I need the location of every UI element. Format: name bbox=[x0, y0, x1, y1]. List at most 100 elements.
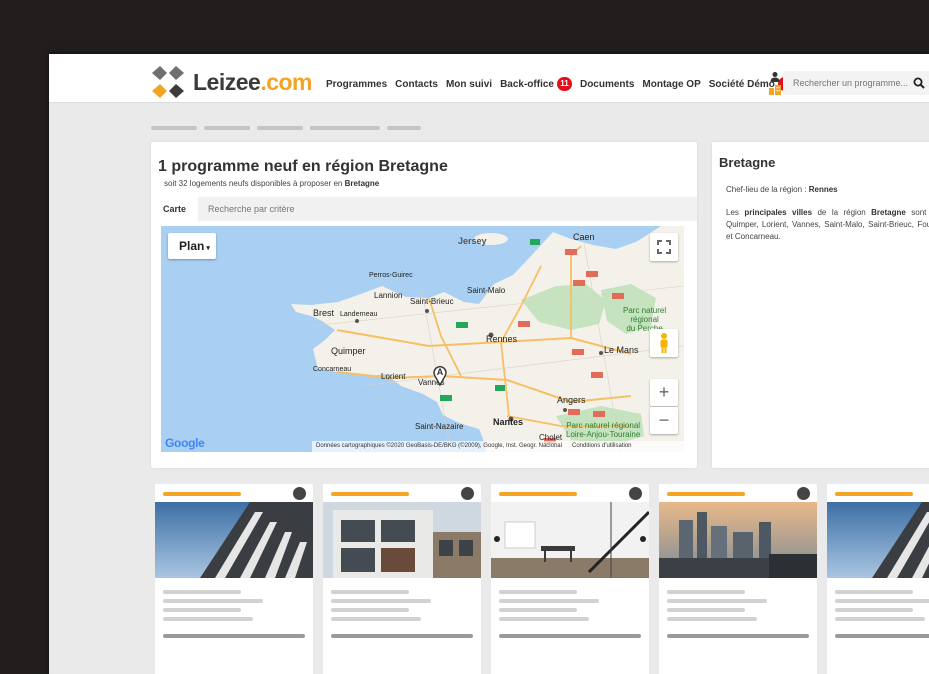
programme-card[interactable] bbox=[659, 484, 817, 674]
zoom-in-button[interactable]: + bbox=[650, 379, 678, 406]
plan-label: Plan bbox=[179, 239, 204, 253]
programme-marker-letter: A bbox=[433, 367, 447, 377]
programme-marker[interactable]: A bbox=[433, 366, 447, 386]
map-label-caen: Caen bbox=[573, 232, 595, 242]
map-label-brest: Brest bbox=[313, 308, 334, 318]
card-accent-bar bbox=[163, 492, 241, 496]
map-label-jersey: Jersey bbox=[458, 236, 487, 246]
map-label-saint-nazaire: Saint-Nazaire bbox=[415, 422, 463, 431]
card-text-placeholder bbox=[667, 608, 745, 612]
card-photo bbox=[827, 502, 929, 578]
programme-card[interactable] bbox=[491, 484, 649, 674]
browser-window: Leizee.com Programmes Contacts Mon suivi… bbox=[49, 54, 929, 674]
caret-down-icon: ▾ bbox=[206, 245, 210, 252]
subtitle-region: Bretagne bbox=[345, 179, 380, 188]
region-capital: Chef-lieu de la région : Rennes bbox=[726, 185, 838, 194]
breadcrumb-placeholder-4 bbox=[310, 126, 380, 130]
plus-icon: + bbox=[659, 382, 670, 402]
breadcrumb-placeholder-3 bbox=[257, 126, 303, 130]
tab-carte[interactable]: Carte bbox=[151, 197, 198, 221]
nav-back-office-label: Back-office bbox=[500, 79, 554, 90]
nav-documents[interactable]: Documents bbox=[580, 79, 634, 90]
card-text-placeholder bbox=[835, 590, 913, 594]
capital-value: Rennes bbox=[809, 185, 838, 194]
main-nav: Programmes Contacts Mon suivi Back-offic… bbox=[326, 76, 801, 92]
nav-mon-suivi[interactable]: Mon suivi bbox=[446, 79, 492, 90]
card-photo bbox=[155, 502, 313, 578]
capital-label: Chef-lieu de la région : bbox=[726, 185, 807, 194]
map-label-angers: Angers bbox=[557, 395, 586, 405]
logo[interactable]: Leizee.com bbox=[151, 65, 321, 99]
nav-programmes-label: Programmes bbox=[326, 79, 387, 90]
card-accent-bar bbox=[331, 492, 409, 496]
card-favorite-icon[interactable] bbox=[293, 487, 306, 500]
card-text-placeholder bbox=[163, 599, 263, 603]
card-text-placeholder bbox=[331, 590, 409, 594]
card-photo bbox=[323, 502, 481, 578]
nav-programmes[interactable]: Programmes bbox=[326, 79, 387, 90]
card-accent-bar bbox=[835, 492, 913, 496]
card-favorite-icon[interactable] bbox=[629, 487, 642, 500]
search-icon[interactable] bbox=[913, 77, 925, 89]
map-label-perros-guirec: Perros-Guirec bbox=[369, 272, 413, 279]
region-description: Les principales villes de la région Bret… bbox=[726, 207, 929, 243]
google-logo-text: Google bbox=[165, 436, 205, 450]
nav-montage-op-label: Montage OP bbox=[642, 79, 700, 90]
map-terms-link[interactable]: Conditions d'utilisation bbox=[572, 443, 632, 449]
street-view-button[interactable] bbox=[650, 329, 678, 357]
card-text-placeholder bbox=[499, 617, 589, 621]
map-type-plan-button[interactable]: Plan▾ bbox=[168, 233, 216, 259]
breadcrumb-placeholder-5 bbox=[387, 126, 421, 130]
card-accent-bar bbox=[667, 492, 745, 496]
search-input[interactable] bbox=[783, 71, 917, 95]
map-label-park-loire: Parc naturel régional Loire-Anjou-Tourai… bbox=[566, 421, 640, 439]
nav-contacts-label: Contacts bbox=[395, 79, 438, 90]
nav-back-office[interactable]: Back-office11 bbox=[500, 77, 572, 91]
card-text-placeholder bbox=[331, 634, 473, 638]
card-favorite-icon[interactable] bbox=[461, 487, 474, 500]
top-header: Leizee.com Programmes Contacts Mon suivi… bbox=[49, 54, 929, 103]
user-menu[interactable] bbox=[769, 71, 781, 95]
map-label-saint-brieuc: Saint-Brieuc bbox=[410, 297, 454, 306]
breadcrumb-placeholder-1 bbox=[151, 126, 197, 130]
map-background bbox=[161, 226, 684, 452]
tab-recherche-critere[interactable]: Recherche par critère bbox=[208, 197, 295, 221]
card-favorite-icon[interactable] bbox=[797, 487, 810, 500]
card-text-placeholder bbox=[331, 617, 421, 621]
card-text-placeholder bbox=[163, 590, 241, 594]
fullscreen-button[interactable] bbox=[650, 233, 678, 261]
view-tabs: Carte Recherche par critère bbox=[151, 197, 697, 221]
card-photo bbox=[491, 502, 649, 578]
desc-middle: de la région bbox=[817, 208, 865, 217]
minus-icon: − bbox=[659, 410, 670, 430]
nav-documents-label: Documents bbox=[580, 79, 634, 90]
card-text-placeholder bbox=[499, 599, 599, 603]
card-text-placeholder bbox=[163, 617, 253, 621]
map-label-quimper: Quimper bbox=[331, 346, 366, 356]
programme-card[interactable] bbox=[827, 484, 929, 674]
page-subtitle: soit 32 logements neufs disponibles à pr… bbox=[164, 179, 379, 188]
region-title: Bretagne bbox=[719, 155, 775, 170]
zoom-out-button[interactable]: − bbox=[650, 407, 678, 434]
card-text-placeholder bbox=[667, 599, 767, 603]
subtitle-text: soit 32 logements neufs disponibles à pr… bbox=[164, 179, 342, 188]
desc-bold-2: Bretagne bbox=[871, 208, 906, 217]
card-text-placeholder bbox=[667, 617, 757, 621]
region-info-panel: Bretagne Chef-lieu de la région : Rennes… bbox=[712, 142, 929, 468]
nav-contacts[interactable]: Contacts bbox=[395, 79, 438, 90]
card-text-placeholder bbox=[499, 634, 641, 638]
back-office-badge: 11 bbox=[557, 77, 572, 91]
map-label-rennes: Rennes bbox=[486, 334, 517, 344]
map-label-nantes: Nantes bbox=[493, 417, 523, 427]
desc-bold-1: principales villes bbox=[744, 208, 812, 217]
card-text-placeholder bbox=[835, 634, 929, 638]
map-label-lannion: Lannion bbox=[374, 291, 402, 300]
card-text-placeholder bbox=[835, 617, 925, 621]
nav-montage-op[interactable]: Montage OP bbox=[642, 79, 700, 90]
card-text-placeholder bbox=[163, 634, 305, 638]
programme-card[interactable] bbox=[323, 484, 481, 674]
programme-card[interactable] bbox=[155, 484, 313, 674]
search-box bbox=[783, 71, 929, 95]
breadcrumb-placeholder-2 bbox=[204, 126, 250, 130]
region-map[interactable]: Jersey Caen Perros-Guirec Lannion Saint-… bbox=[161, 226, 684, 452]
